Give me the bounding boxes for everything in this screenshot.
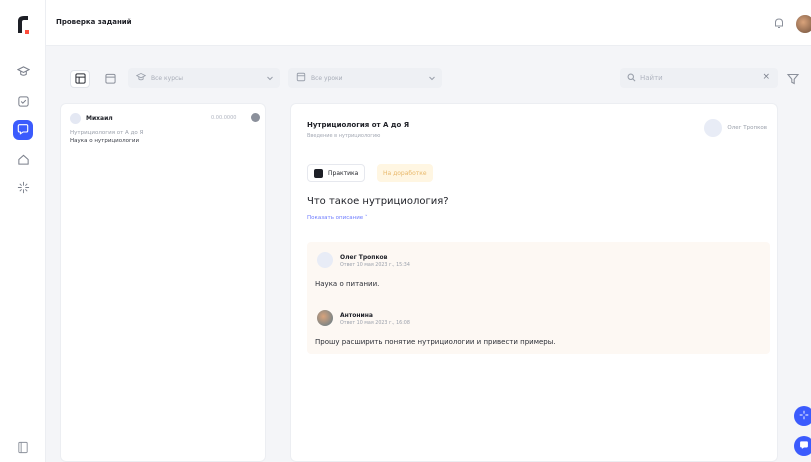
sparkle-icon bbox=[799, 410, 809, 422]
nav-home-button[interactable] bbox=[13, 150, 33, 170]
course-name: Нутрициология от А до Я bbox=[70, 130, 144, 136]
search-placeholder: Найти bbox=[640, 74, 663, 82]
calendar-icon bbox=[104, 73, 116, 86]
message-text: Прошу расширить понятие нутрициологии и … bbox=[315, 338, 556, 346]
practice-icon bbox=[314, 168, 323, 178]
task-name: Наука о нутрициологии bbox=[70, 138, 140, 144]
filter-icon[interactable] bbox=[786, 72, 800, 86]
avatar bbox=[70, 113, 81, 124]
chat-icon bbox=[799, 440, 809, 452]
calendar-toggle[interactable] bbox=[100, 70, 120, 88]
course-select-value: Все курсы bbox=[151, 74, 184, 82]
page-title: Проверка заданий bbox=[56, 18, 132, 26]
student-name: Михаил bbox=[86, 115, 113, 122]
message-author: Антонина bbox=[340, 312, 373, 319]
bell-icon[interactable] bbox=[772, 16, 786, 30]
lesson-select-value: Все уроки bbox=[311, 74, 343, 82]
list-item[interactable]: Михаил 0.00.0000 Нутрициология от А до Я… bbox=[61, 104, 267, 144]
status-dot-icon bbox=[251, 113, 260, 122]
avatar[interactable] bbox=[796, 15, 811, 33]
lesson-icon bbox=[296, 72, 306, 84]
book-icon bbox=[17, 441, 29, 456]
graduation-cap-icon bbox=[135, 72, 147, 84]
submissions-list: Михаил 0.00.0000 Нутрициология от А до Я… bbox=[60, 103, 266, 462]
avatar bbox=[317, 310, 333, 326]
sidebar bbox=[0, 0, 46, 462]
filter-bar: Все курсы Все уроки Найти × bbox=[60, 60, 805, 96]
nav-docs-button[interactable] bbox=[13, 438, 33, 458]
layout-table-icon bbox=[74, 72, 86, 86]
practice-tag-label: Практика bbox=[328, 169, 359, 177]
course-title: Нутрициология от А до Я bbox=[307, 121, 410, 129]
nav-tasks-button[interactable] bbox=[13, 92, 33, 112]
message-text: Наука о питании. bbox=[315, 280, 380, 288]
clipboard-check-icon bbox=[17, 95, 30, 110]
home-icon bbox=[17, 153, 30, 168]
close-icon[interactable]: × bbox=[762, 72, 770, 82]
graduation-cap-icon bbox=[16, 65, 30, 80]
avatar bbox=[317, 252, 333, 268]
status-badge: На доработке bbox=[377, 164, 433, 182]
avatar bbox=[704, 119, 723, 137]
course-select[interactable]: Все курсы bbox=[128, 68, 280, 88]
chat-bubble-icon bbox=[17, 123, 29, 137]
chevron-down-icon bbox=[428, 74, 436, 84]
comment-thread: Олег Тропков Ответ 10 мая 2023 г., 15:34… bbox=[307, 242, 770, 354]
message-meta: Ответ 10 мая 2023 г., 15:34 bbox=[340, 263, 410, 268]
sparkle-icon bbox=[17, 181, 30, 196]
reviewer-name: Олег Тропков bbox=[727, 125, 767, 131]
nav-review-button[interactable] bbox=[13, 120, 33, 140]
submission-date: 0.00.0000 bbox=[211, 115, 237, 121]
submission-detail: Нутрициология от А до Я Введение в нутри… bbox=[290, 103, 778, 462]
reviewer: Олег Тропков bbox=[704, 119, 767, 137]
show-description-link[interactable]: Показать описание ˅ bbox=[307, 215, 368, 221]
chat-button[interactable] bbox=[794, 436, 811, 456]
lesson-select[interactable]: Все уроки bbox=[288, 68, 442, 88]
lesson-title: Введение в нутрициологию bbox=[307, 133, 381, 139]
logo-icon[interactable] bbox=[13, 13, 33, 35]
practice-tag: Практика bbox=[307, 164, 366, 182]
top-bar: Проверка заданий bbox=[46, 0, 811, 46]
search-input[interactable]: Найти × bbox=[620, 68, 778, 88]
message-author: Олег Тропков bbox=[340, 254, 388, 261]
nav-ai-button[interactable] bbox=[13, 178, 33, 198]
layout-table-toggle[interactable] bbox=[70, 70, 90, 88]
nav-courses-button[interactable] bbox=[13, 62, 33, 82]
chevron-down-icon bbox=[266, 74, 274, 84]
ai-assistant-button[interactable] bbox=[794, 406, 811, 426]
search-icon bbox=[627, 73, 636, 84]
question-title: Что такое нутрициология? bbox=[307, 196, 449, 207]
message-meta: Ответ 10 мая 2023 г., 16:08 bbox=[340, 321, 410, 326]
